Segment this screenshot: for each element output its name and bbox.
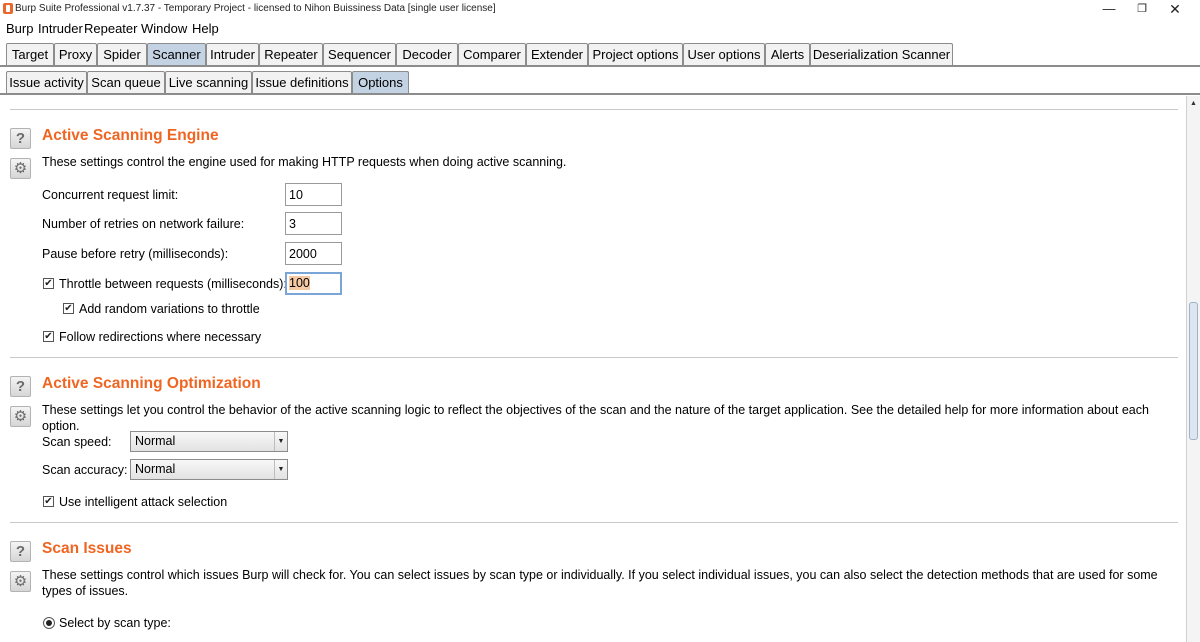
tab-sequencer[interactable]: Sequencer: [323, 43, 396, 65]
throttle-label: Throttle between requests (milliseconds)…: [59, 277, 287, 291]
menu-bar: Burp Intruder Repeater Window Help: [0, 19, 1200, 39]
tab-repeater[interactable]: Repeater: [259, 43, 323, 65]
main-tabs-divider: [0, 65, 1200, 67]
network-retries-label: Number of retries on network failure:: [42, 217, 245, 231]
throttle-input[interactable]: 100: [285, 272, 342, 295]
scrollbar-thumb[interactable]: [1189, 302, 1198, 440]
scan-accuracy-label: Scan accuracy:: [42, 463, 128, 477]
pause-before-retry-input[interactable]: [285, 242, 342, 265]
menu-help[interactable]: Help: [192, 21, 219, 36]
tab-intruder[interactable]: Intruder: [206, 43, 259, 65]
random-variations-label: Add random variations to throttle: [79, 302, 260, 316]
network-retries-input[interactable]: [285, 212, 342, 235]
tab-user-options[interactable]: User options: [683, 43, 765, 65]
throttle-checkbox[interactable]: ✔: [43, 278, 54, 289]
close-icon[interactable]: ✕: [1152, 0, 1198, 18]
scan-speed-value: Normal: [135, 434, 176, 448]
random-variations-checkbox[interactable]: ✔: [63, 303, 74, 314]
pause-before-retry-label: Pause before retry (milliseconds):: [42, 247, 229, 261]
follow-redirections-checkbox[interactable]: ✔: [43, 331, 54, 342]
scan-speed-select[interactable]: Normal ▼: [130, 431, 288, 452]
optimization-section-description: These settings let you control the behav…: [42, 403, 1149, 433]
burp-app-icon: [3, 3, 13, 14]
tab-issue-activity[interactable]: Issue activity: [6, 71, 87, 93]
concurrent-request-limit-label: Concurrent request limit:: [42, 188, 179, 202]
chevron-down-icon: ▼: [274, 432, 287, 451]
vertical-scrollbar[interactable]: ▲: [1186, 96, 1200, 642]
tab-target[interactable]: Target: [6, 43, 54, 65]
follow-redirections-label: Follow redirections where necessary: [59, 330, 262, 344]
options-panel: ? Active Scanning Engine ⚙ These setting…: [0, 96, 1185, 642]
optimization-section-title: Active Scanning Optimization: [42, 375, 261, 392]
menu-burp[interactable]: Burp: [6, 21, 33, 36]
help-icon[interactable]: ?: [10, 376, 31, 397]
tab-scan-queue[interactable]: Scan queue: [87, 71, 165, 93]
section-divider: [10, 522, 1178, 523]
engine-section-description: These settings control the engine used f…: [42, 155, 567, 169]
tab-deserialization-scanner[interactable]: Deserialization Scanner: [810, 43, 953, 65]
menu-window[interactable]: Window: [141, 21, 187, 36]
tab-decoder[interactable]: Decoder: [396, 43, 458, 65]
throttle-input-value: 100: [289, 276, 310, 290]
tab-options[interactable]: Options: [352, 71, 409, 93]
tab-spider[interactable]: Spider: [97, 43, 147, 65]
issues-section-title: Scan Issues: [42, 540, 132, 557]
scroll-up-icon[interactable]: ▲: [1187, 98, 1200, 110]
tab-extender[interactable]: Extender: [526, 43, 588, 65]
gear-icon[interactable]: ⚙: [10, 571, 31, 592]
engine-section-title: Active Scanning Engine: [42, 127, 219, 144]
concurrent-request-limit-input[interactable]: [285, 183, 342, 206]
scan-accuracy-select[interactable]: Normal ▼: [130, 459, 288, 480]
gear-icon[interactable]: ⚙: [10, 158, 31, 179]
title-bar: Burp Suite Professional v1.7.37 - Tempor…: [0, 0, 1200, 18]
sub-tab-bar: Issue activity Scan queue Live scanning …: [0, 68, 1200, 94]
intelligent-attack-label: Use intelligent attack selection: [59, 495, 228, 509]
scan-speed-label: Scan speed:: [42, 435, 112, 449]
tab-live-scanning[interactable]: Live scanning: [165, 71, 252, 93]
tab-project-options[interactable]: Project options: [588, 43, 683, 65]
intelligent-attack-checkbox[interactable]: ✔: [43, 496, 54, 507]
chevron-down-icon: ▼: [274, 460, 287, 479]
help-icon[interactable]: ?: [10, 541, 31, 562]
section-divider: [10, 357, 1178, 358]
main-tab-bar: Target Proxy Spider Scanner Intruder Rep…: [0, 40, 1200, 66]
window-title: Burp Suite Professional v1.7.37 - Tempor…: [15, 3, 496, 14]
scan-accuracy-value: Normal: [135, 462, 176, 476]
select-by-scan-type-radio[interactable]: [43, 617, 55, 629]
menu-intruder[interactable]: Intruder: [38, 21, 83, 36]
select-by-scan-type-label: Select by scan type:: [59, 616, 171, 630]
tab-comparer[interactable]: Comparer: [458, 43, 526, 65]
tab-scanner[interactable]: Scanner: [147, 43, 206, 65]
issues-section-description: These settings control which issues Burp…: [42, 568, 1158, 598]
help-icon[interactable]: ?: [10, 128, 31, 149]
section-divider: [10, 109, 1178, 110]
tab-proxy[interactable]: Proxy: [54, 43, 97, 65]
gear-icon[interactable]: ⚙: [10, 406, 31, 427]
menu-repeater[interactable]: Repeater: [84, 21, 137, 36]
tab-alerts[interactable]: Alerts: [765, 43, 810, 65]
sub-tabs-divider: [0, 93, 1200, 95]
tab-issue-definitions[interactable]: Issue definitions: [252, 71, 352, 93]
